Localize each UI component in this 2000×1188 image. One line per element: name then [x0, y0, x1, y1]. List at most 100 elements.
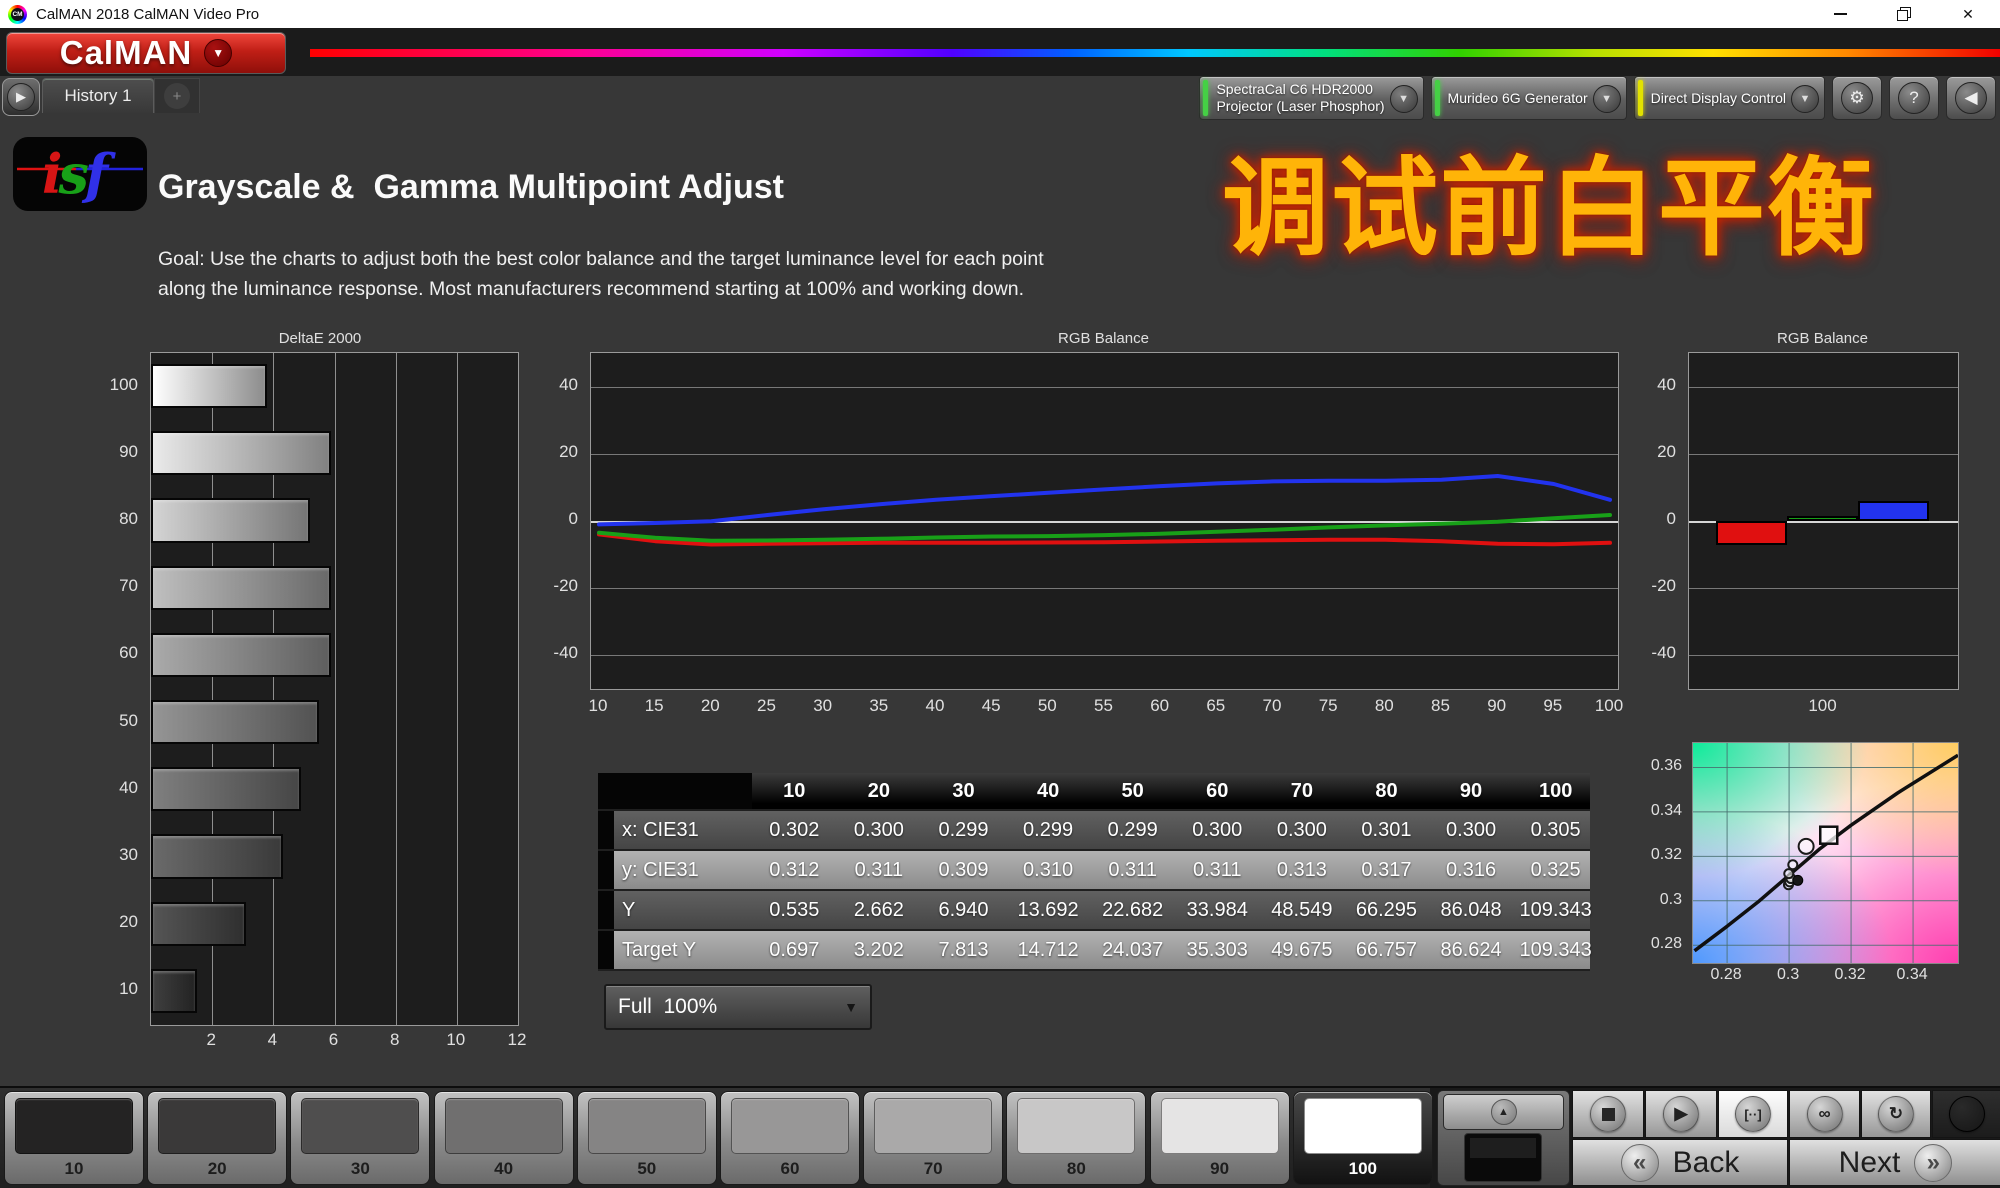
table-cell[interactable]: 22.682 — [1090, 891, 1175, 929]
pattern-swatch-40[interactable]: 40 — [434, 1091, 574, 1185]
pattern-swatch-60[interactable]: 60 — [720, 1091, 860, 1185]
measure-button[interactable]: [··] — [1718, 1090, 1788, 1138]
table-cell[interactable]: 0.299 — [921, 811, 1006, 849]
cie-y-tick-label: 0.36 — [1651, 757, 1682, 775]
table-cell[interactable]: 0.311 — [1090, 851, 1175, 889]
table-cell[interactable]: 109.343 — [1513, 891, 1598, 929]
tab-scroll-button[interactable]: ▶ — [2, 78, 40, 116]
table-cell[interactable]: 48.549 — [1260, 891, 1345, 929]
back-button[interactable]: « Back — [1572, 1139, 1788, 1186]
swatch-color — [731, 1098, 849, 1154]
table-cell[interactable]: 0.317 — [1344, 851, 1429, 889]
table-cell[interactable]: 7.813 — [921, 931, 1006, 969]
table-cell[interactable]: 0.300 — [1429, 811, 1514, 849]
table-header-row: 102030405060708090100 — [598, 773, 1590, 809]
table-cell[interactable]: 0.299 — [1006, 811, 1091, 849]
table-cell[interactable]: 0.300 — [1260, 811, 1345, 849]
help-button[interactable]: ? — [1889, 76, 1939, 120]
swatch-label: 100 — [1294, 1159, 1432, 1179]
close-icon: ✕ — [1962, 6, 1974, 23]
rgb-bar-x-axis: 100 — [1688, 696, 1957, 716]
table-cell[interactable]: 0.309 — [921, 851, 1006, 889]
table-row-label: x: CIE31 — [614, 811, 752, 849]
table-cell[interactable]: 0.305 — [1513, 811, 1598, 849]
table-cell[interactable]: 0.311 — [837, 851, 922, 889]
add-tab-button[interactable]: + — [154, 78, 200, 113]
table-cell[interactable]: 0.312 — [752, 851, 837, 889]
gridline — [396, 353, 397, 1025]
pattern-swatch-30[interactable]: 30 — [290, 1091, 430, 1185]
table-cell[interactable]: 3.202 — [837, 931, 922, 969]
pattern-swatch-10[interactable]: 10 — [4, 1091, 144, 1185]
pattern-swatch-20[interactable]: 20 — [147, 1091, 287, 1185]
table-cell[interactable]: 109.343 — [1513, 931, 1598, 969]
isf-logo: isf — [12, 136, 148, 212]
stop-button[interactable] — [1572, 1090, 1644, 1138]
table-cell[interactable]: 0.325 — [1513, 851, 1598, 889]
cie-x-tick-label: 0.34 — [1892, 966, 1932, 984]
pattern-swatch-70[interactable]: 70 — [863, 1091, 1003, 1185]
refresh-button[interactable]: ↻ — [1861, 1090, 1931, 1138]
table-cell[interactable]: 0.535 — [752, 891, 837, 929]
table-cell[interactable]: 86.048 — [1429, 891, 1514, 929]
pattern-window-preview[interactable] — [1464, 1133, 1542, 1182]
table-cell[interactable]: 13.692 — [1006, 891, 1091, 929]
table-cell[interactable]: 66.757 — [1344, 931, 1429, 969]
table-cell[interactable]: 86.624 — [1429, 931, 1514, 969]
next-label: Next — [1839, 1146, 1901, 1180]
gridline — [1689, 454, 1958, 455]
play-icon: ▶ — [1663, 1096, 1699, 1132]
table-cell[interactable]: 6.940 — [921, 891, 1006, 929]
gridline — [1689, 588, 1958, 589]
settings-button[interactable]: ⚙ — [1832, 76, 1882, 120]
swatch-color — [1161, 1098, 1279, 1154]
table-cell[interactable]: 0.310 — [1006, 851, 1091, 889]
x-tick-label: 30 — [807, 696, 839, 716]
restore-button[interactable] — [1872, 0, 1936, 28]
goal-text: Goal: Use the charts to adjust both the … — [158, 244, 1044, 304]
collapse-panel-button[interactable]: ◀ — [1946, 76, 1996, 120]
table-cell[interactable]: 0.313 — [1260, 851, 1345, 889]
deltae-tick-label: 6 — [319, 1030, 349, 1050]
table-cell[interactable]: 0.311 — [1175, 851, 1260, 889]
table-cell[interactable]: 0.316 — [1429, 851, 1514, 889]
generator-dropdown[interactable]: Murideo 6G Generator▼ — [1431, 76, 1627, 120]
table-cell[interactable]: 24.037 — [1090, 931, 1175, 969]
deltae-bar-90 — [151, 431, 331, 475]
table-cell[interactable]: 66.295 — [1344, 891, 1429, 929]
pattern-level-select[interactable]: Full 100% ▼ — [604, 984, 872, 1030]
pattern-swatch-50[interactable]: 50 — [577, 1091, 717, 1185]
table-cell[interactable]: 0.300 — [1175, 811, 1260, 849]
y-tick-label: 20 — [559, 442, 578, 462]
deltae-bar-100 — [151, 364, 267, 408]
next-button[interactable]: Next » — [1789, 1139, 2000, 1186]
minimize-button[interactable] — [1808, 0, 1872, 28]
x-tick-label: 20 — [694, 696, 726, 716]
display-control-dropdown[interactable]: Direct Display Control▼ — [1634, 76, 1825, 120]
table-cell[interactable]: 0.302 — [752, 811, 837, 849]
table-cell[interactable]: 2.662 — [837, 891, 922, 929]
pattern-swatch-100[interactable]: 100 — [1293, 1091, 1433, 1185]
close-button[interactable]: ✕ — [1936, 0, 2000, 28]
y-tick-label: -40 — [553, 643, 578, 663]
table-cell[interactable]: 33.984 — [1175, 891, 1260, 929]
table-cell[interactable]: 0.300 — [837, 811, 922, 849]
continuous-measure-button[interactable]: ∞ — [1789, 1090, 1860, 1138]
table-cell[interactable]: 14.712 — [1006, 931, 1091, 969]
pattern-swatch-90[interactable]: 90 — [1150, 1091, 1290, 1185]
table-cell[interactable]: 0.299 — [1090, 811, 1175, 849]
pattern-window-collapse-button[interactable]: ▲ — [1443, 1094, 1564, 1130]
y-tick-label: -40 — [1651, 643, 1676, 663]
pattern-swatch-80[interactable]: 80 — [1006, 1091, 1146, 1185]
table-cell[interactable]: 0.697 — [752, 931, 837, 969]
table-cell[interactable]: 49.675 — [1260, 931, 1345, 969]
calman-menu-button[interactable]: CalMAN ▼ — [6, 32, 286, 74]
extra-transport-button[interactable] — [1932, 1090, 2000, 1138]
tab-history-1[interactable]: History 1 — [42, 78, 154, 113]
x-tick-label: 70 — [1256, 696, 1288, 716]
table-cell[interactable]: 35.303 — [1175, 931, 1260, 969]
table-header-label — [614, 773, 752, 809]
meter-dropdown[interactable]: SpectraCal C6 HDR2000Projector (Laser Ph… — [1199, 76, 1423, 120]
table-cell[interactable]: 0.301 — [1344, 811, 1429, 849]
play-button[interactable]: ▶ — [1645, 1090, 1717, 1138]
